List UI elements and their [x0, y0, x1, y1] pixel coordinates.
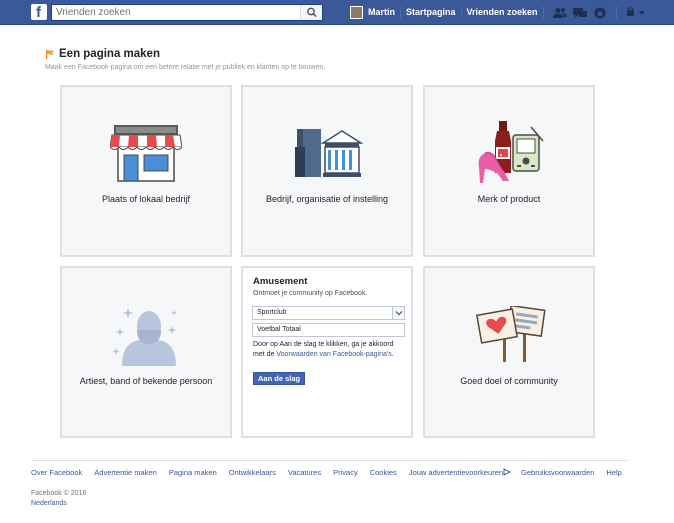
get-started-button[interactable]: Aan de slag [253, 372, 306, 385]
category-label: Merk of product [477, 194, 541, 204]
category-label: Goed doel of community [460, 376, 558, 386]
privacy-shortcuts-icon[interactable] [625, 7, 647, 19]
category-card-local-business[interactable]: Plaats of lokaal bedrijf [60, 85, 232, 257]
search-box[interactable] [51, 4, 323, 21]
language-link[interactable]: Nederlands [31, 500, 67, 507]
category-card-community[interactable]: Goed doel of community [423, 266, 595, 438]
messages-icon[interactable] [572, 7, 587, 19]
nav-divider [615, 6, 617, 19]
footer-link[interactable]: Advertentie maken [94, 468, 157, 477]
category-card-artist[interactable]: Artiest, band of bekende persoon [60, 266, 232, 438]
footer-link[interactable]: Pagina maken [169, 468, 217, 477]
brand-products-icon [478, 121, 544, 183]
community-signs-icon [475, 306, 546, 362]
page-subtitle: Maak een Facebook-pagina om een betere r… [45, 64, 326, 71]
search-icon [307, 7, 317, 18]
category-label: Plaats of lokaal bedrijf [101, 194, 191, 204]
page-title: Een pagina maken [45, 48, 160, 60]
category-card-brand-product[interactable]: Merk of product [423, 85, 595, 257]
footer-link[interactable]: Privacy [333, 468, 358, 477]
company-building-icon [295, 129, 363, 177]
page-name-value: Voetbal Totaal [257, 326, 301, 333]
page-name-field[interactable]: Voetbal Totaal [252, 323, 405, 337]
facebook-logo-letter: f [36, 4, 41, 21]
avatar[interactable] [350, 6, 363, 19]
footer-divider [31, 460, 627, 461]
form-subtitle: Ontmoet je community op Facebook. [253, 290, 368, 297]
footer-links: Over Facebook Advertentie maken Pagina m… [31, 468, 622, 477]
footer-link[interactable]: Vacatures [288, 468, 321, 477]
friend-requests-icon[interactable] [552, 7, 567, 19]
terms-suffix: . [391, 350, 394, 358]
footer-link[interactable]: Jouw advertentievoorkeuren [409, 468, 503, 477]
facebook-logo[interactable]: f [31, 4, 47, 21]
home-link[interactable]: Startpagina [401, 0, 461, 25]
terms-link[interactable]: Voorwaarden van Facebook-pagina's [276, 351, 391, 358]
storefront-icon [110, 125, 182, 182]
category-card-entertainment: Amusement Ontmoet je community op Facebo… [241, 266, 413, 438]
top-navigation-bar: f Martin Startpagina Vrienden zoeken [0, 0, 674, 25]
notifications-icon[interactable] [593, 7, 607, 19]
terms-text: Door op Aan de slag te klikken, ga je ak… [253, 340, 405, 359]
page-title-text: Een pagina maken [59, 48, 160, 60]
artist-silhouette-icon [112, 308, 177, 366]
footer-link[interactable]: Gebruiksvoorwaarden [521, 468, 594, 477]
form-title: Amusement [253, 276, 308, 287]
chevron-down-icon [392, 307, 404, 319]
search-input[interactable] [56, 6, 296, 19]
footer-link[interactable]: Cookies [370, 468, 397, 477]
category-card-company[interactable]: Bedrijf, organisatie of instelling [241, 85, 413, 257]
adchoices-icon [503, 468, 512, 476]
profile-link[interactable]: Martin [368, 0, 400, 25]
category-select[interactable]: Sportclub [252, 306, 405, 320]
category-label: Artiest, band of bekende persoon [79, 376, 213, 386]
find-friends-link[interactable]: Vrienden zoeken [462, 0, 543, 25]
nav-divider [542, 6, 544, 19]
top-right-nav: Martin Startpagina Vrienden zoeken [350, 0, 647, 25]
copyright-text: Facebook © 2016 [31, 490, 87, 497]
footer-link[interactable]: Over Facebook [31, 468, 82, 477]
footer-link[interactable]: Ontwikkelaars [229, 468, 276, 477]
search-button[interactable] [300, 5, 322, 20]
footer-link[interactable]: Help [606, 468, 621, 477]
category-select-value: Sportclub [257, 309, 287, 316]
category-label: Bedrijf, organisatie of instelling [265, 194, 389, 204]
pages-flag-icon [45, 49, 55, 59]
